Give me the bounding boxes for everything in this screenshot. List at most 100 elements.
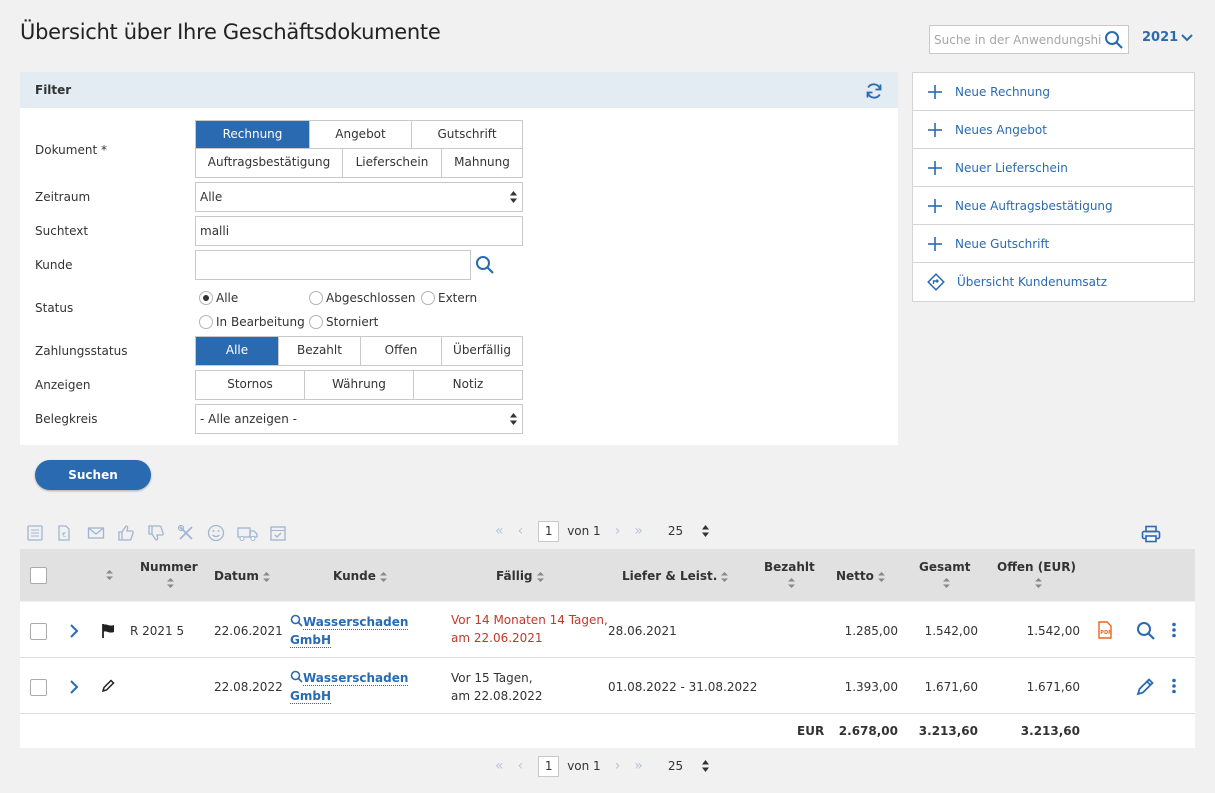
customer-link[interactable]: Wasserschaden GmbH	[290, 669, 409, 705]
suchtext-input[interactable]: malli	[195, 216, 523, 246]
customer-name-line1: Wasserschaden	[303, 615, 409, 630]
plus-icon	[928, 160, 942, 175]
zahlungsstatus-option-bezahlt[interactable]: Bezahlt	[278, 337, 360, 365]
row-checkbox[interactable]	[30, 623, 47, 640]
column-header-nummer[interactable]: Nummer	[140, 560, 198, 590]
page: Übersicht über Ihre Geschäftsdokumente 2…	[0, 0, 1215, 793]
action-neue-rechnung[interactable]: Neue Rechnung	[913, 73, 1194, 111]
dokument-option-lieferschein[interactable]: Lieferschein	[342, 149, 441, 177]
column-header-datum[interactable]: Datum	[214, 569, 270, 584]
prev-page-icon[interactable]: ‹	[518, 523, 524, 539]
zeitraum-select[interactable]: Alle	[195, 182, 523, 212]
view-search-icon[interactable]	[1136, 621, 1155, 640]
invoice-icon[interactable]: €	[55, 524, 73, 542]
action-neue-auftragsbestaetigung[interactable]: Neue Auftragsbestätigung	[913, 187, 1194, 225]
cell-liefer: 28.06.2021	[608, 624, 677, 638]
column-header-liefer[interactable]: Liefer & Leist.	[622, 569, 729, 584]
cell-gesamt: 1.542,00	[924, 624, 978, 638]
year-selector[interactable]: 2021	[1142, 30, 1193, 45]
next-page-icon[interactable]: ›	[615, 523, 621, 539]
dokument-option-mahnung[interactable]: Mahnung	[441, 149, 522, 177]
zahlungsstatus-label: Zahlungsstatus	[35, 344, 128, 358]
next-page-icon[interactable]: ›	[615, 758, 621, 774]
search-button[interactable]: Suchen	[35, 460, 151, 490]
refresh-icon[interactable]	[864, 81, 884, 105]
status-radio-in-bearbeitung[interactable]: In Bearbeitung	[199, 315, 305, 329]
calendar-check-icon[interactable]	[269, 524, 287, 542]
dokument-option-angebot[interactable]: Angebot	[309, 121, 411, 148]
row-checkbox[interactable]	[30, 679, 47, 696]
dokument-segment-row2: Auftragsbestätigung Lieferschein Mahnung	[195, 148, 523, 178]
table-row[interactable]: 22.08.2022 Wasserschaden GmbH Vor 15 Tage…	[20, 658, 1195, 714]
edit-pencil-icon[interactable]	[1136, 677, 1155, 696]
last-page-icon[interactable]: »	[634, 758, 643, 774]
action-neuer-lieferschein[interactable]: Neuer Lieferschein	[913, 149, 1194, 187]
select-arrows-icon	[701, 760, 709, 772]
status-radio-storniert[interactable]: Storniert	[309, 315, 378, 329]
radio-label: Abgeschlossen	[326, 291, 416, 305]
page-number-input[interactable]: 1	[538, 520, 560, 542]
kunde-input[interactable]	[195, 250, 471, 280]
mail-icon[interactable]	[87, 524, 105, 542]
truck-icon[interactable]	[237, 524, 259, 542]
customer-link[interactable]: Wasserschaden GmbH	[290, 613, 409, 649]
thumbs-up-icon[interactable]	[117, 524, 135, 542]
dokument-option-rechnung[interactable]: Rechnung	[196, 121, 309, 148]
page-size-select[interactable]: 25	[663, 520, 714, 542]
anzeigen-option-waehrung[interactable]: Währung	[304, 371, 413, 399]
status-radio-abgeschlossen[interactable]: Abgeschlossen	[309, 291, 415, 305]
action-neue-gutschrift[interactable]: Neue Gutschrift	[913, 225, 1194, 263]
table-row[interactable]: R 2021 5 22.06.2021 Wasserschaden GmbH Vo…	[20, 602, 1195, 658]
column-header-faellig[interactable]: Fällig	[496, 569, 544, 584]
zeitraum-value: Alle	[200, 190, 223, 204]
plus-icon	[928, 198, 942, 213]
radio-label: Alle	[216, 291, 239, 305]
action-uebersicht-kundenumsatz[interactable]: Übersicht Kundenumsatz	[913, 263, 1194, 301]
zahlungsstatus-option-ueberfaellig[interactable]: Überfällig	[441, 337, 522, 365]
page-size-select[interactable]: 25	[663, 755, 714, 777]
action-neues-angebot[interactable]: Neues Angebot	[913, 111, 1194, 149]
svg-text:PDF: PDF	[1100, 630, 1111, 636]
kunde-search-icon[interactable]	[475, 255, 495, 279]
column-header-gesamt[interactable]: Gesamt	[919, 560, 970, 590]
zahlungsstatus-option-alle[interactable]: Alle	[196, 337, 278, 365]
list-icon[interactable]	[26, 524, 44, 542]
dokument-option-auftragsbestaetigung[interactable]: Auftragsbestätigung	[196, 149, 342, 177]
search-icon[interactable]	[1104, 30, 1124, 54]
cell-datum: 22.06.2021	[214, 624, 283, 638]
prev-page-icon[interactable]: ‹	[518, 758, 524, 774]
more-vertical-icon[interactable]	[1171, 622, 1177, 638]
dokument-option-gutschrift[interactable]: Gutschrift	[411, 121, 522, 148]
sort-icon[interactable]	[106, 569, 113, 584]
select-arrows-icon	[510, 413, 517, 425]
smiley-icon[interactable]	[207, 524, 225, 542]
tools-icon[interactable]	[177, 524, 195, 542]
print-icon[interactable]	[1141, 525, 1161, 543]
last-page-icon[interactable]: »	[634, 523, 643, 539]
chevron-right-icon[interactable]	[69, 680, 79, 694]
pdf-icon[interactable]: PDF	[1098, 621, 1112, 639]
dokument-label: Dokument *	[35, 143, 107, 157]
help-search-input[interactable]	[930, 26, 1102, 53]
anzeigen-option-notiz[interactable]: Notiz	[413, 371, 522, 399]
first-page-icon[interactable]: «	[495, 758, 504, 774]
select-all-checkbox[interactable]	[30, 567, 47, 584]
page-number-input[interactable]: 1	[538, 755, 560, 777]
action-label: Übersicht Kundenumsatz	[957, 275, 1108, 289]
route-icon	[927, 273, 945, 291]
first-page-icon[interactable]: «	[495, 523, 504, 539]
more-vertical-icon[interactable]	[1171, 678, 1177, 694]
belegkreis-select[interactable]: - Alle anzeigen -	[195, 404, 523, 434]
status-radio-alle[interactable]: Alle	[199, 291, 238, 305]
column-header-netto[interactable]: Netto	[836, 569, 885, 584]
column-header-offen[interactable]: Offen (EUR)	[997, 560, 1076, 590]
radio-unselected	[199, 315, 213, 329]
column-header-bezahlt[interactable]: Bezahlt	[764, 560, 815, 590]
column-header-kunde[interactable]: Kunde	[333, 569, 387, 584]
anzeigen-option-stornos[interactable]: Stornos	[196, 371, 304, 399]
zahlungsstatus-option-offen[interactable]: Offen	[360, 337, 441, 365]
cell-faellig: Vor 15 Tagen, am 22.08.2022	[451, 669, 543, 705]
chevron-right-icon[interactable]	[69, 624, 79, 638]
thumbs-down-icon[interactable]	[147, 524, 165, 542]
status-radio-extern[interactable]: Extern	[421, 291, 477, 305]
